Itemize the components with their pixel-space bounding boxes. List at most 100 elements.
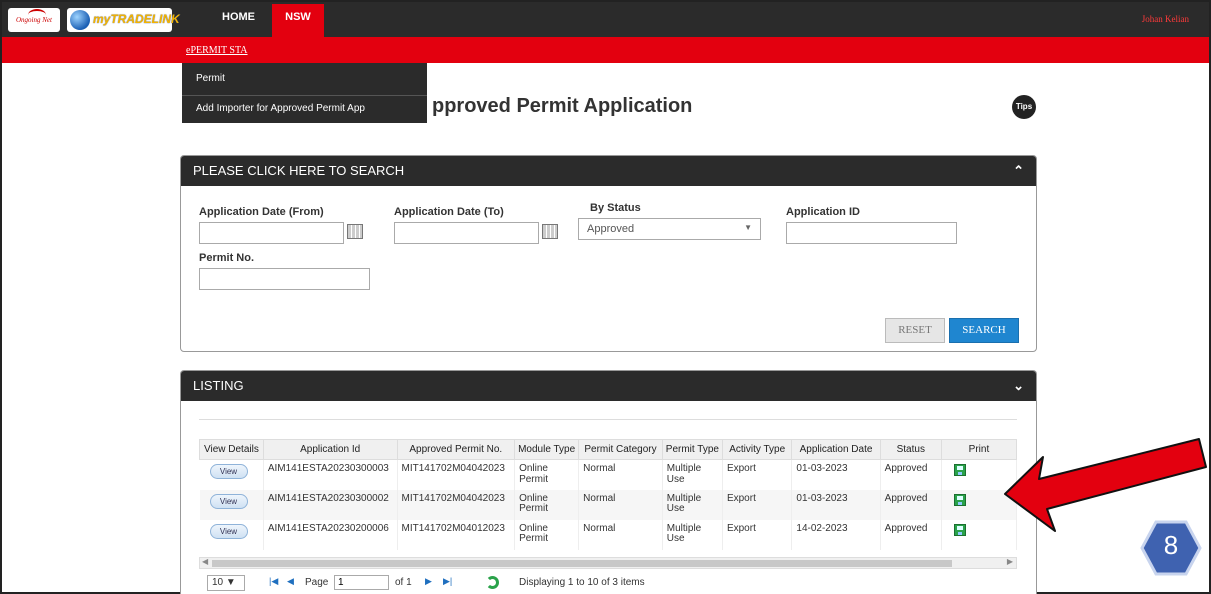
listing-panel-header[interactable]: LISTING ⌄ bbox=[181, 371, 1036, 401]
last-page-icon[interactable]: ▶| bbox=[443, 576, 452, 587]
date-from-label: Application Date (From) bbox=[199, 206, 324, 218]
chevron-down-icon: ▼ bbox=[225, 577, 236, 588]
pager: 10 ▼ |◀ ◀ Page of 1 ▶ ▶| Displaying 1 to… bbox=[199, 572, 1017, 594]
status-label: By Status bbox=[590, 202, 641, 214]
refresh-icon[interactable] bbox=[486, 576, 499, 589]
user-name[interactable]: Johan Kelian bbox=[1142, 14, 1189, 24]
module-type-cell: Online Permit bbox=[514, 489, 580, 520]
mytradelink-logo[interactable]: myTRADELINK bbox=[67, 8, 180, 32]
search-panel: PLEASE CLICK HERE TO SEARCH ⌃ Applicatio… bbox=[180, 155, 1037, 352]
permit-type-cell: Multiple Use bbox=[662, 519, 723, 550]
permit-no-cell: MIT141702M04042023 bbox=[397, 489, 516, 520]
date-to-label: Application Date (To) bbox=[394, 206, 504, 218]
globe-icon bbox=[70, 10, 90, 30]
permit-type-cell: Multiple Use bbox=[662, 459, 723, 490]
nsw-dropdown-menu: Permit Add Importer for Approved Permit … bbox=[182, 63, 427, 123]
status-select-value: Approved bbox=[587, 223, 635, 235]
page-title: pproved Permit Application bbox=[432, 95, 693, 117]
status-cell: Approved bbox=[880, 519, 942, 550]
scrollbar-thumb[interactable] bbox=[212, 560, 952, 567]
date-from-input[interactable] bbox=[199, 222, 344, 244]
table-row: View AIM141ESTA20230300003 MIT141702M040… bbox=[199, 459, 1018, 490]
prev-page-icon[interactable]: ◀ bbox=[287, 576, 294, 587]
view-cell: View bbox=[199, 489, 264, 520]
menu-item-permit[interactable]: Permit bbox=[196, 73, 225, 84]
scroll-right-icon[interactable]: ▶ bbox=[1007, 557, 1013, 566]
view-cell: View bbox=[199, 459, 264, 490]
view-cell: View bbox=[199, 519, 264, 550]
application-date-cell: 14-02-2023 bbox=[791, 519, 881, 550]
menu-item-add-importer[interactable]: Add Importer for Approved Permit App bbox=[196, 103, 365, 114]
permit-category-cell: Normal bbox=[578, 489, 663, 520]
col-activity-type[interactable]: Activity Type bbox=[721, 439, 793, 460]
print-icon[interactable] bbox=[953, 493, 966, 506]
col-application-id[interactable]: Application Id bbox=[262, 439, 398, 460]
page-size-select[interactable]: 10 ▼ bbox=[207, 575, 245, 591]
permit-no-cell: MIT141702M04042023 bbox=[397, 459, 516, 490]
search-panel-header[interactable]: PLEASE CLICK HERE TO SEARCH ⌃ bbox=[181, 156, 1036, 186]
nav-nsw[interactable]: NSW bbox=[272, 4, 324, 37]
collapse-up-icon[interactable]: ⌃ bbox=[1013, 156, 1024, 186]
sub-navbar bbox=[2, 37, 1209, 63]
view-button[interactable]: View bbox=[209, 493, 248, 509]
activity-type-cell: Export bbox=[722, 489, 793, 520]
reset-button[interactable]: RESET bbox=[885, 318, 945, 343]
application-id-cell: AIM141ESTA20230300002 bbox=[263, 489, 398, 520]
horizontal-scrollbar[interactable]: ◀ ▶ bbox=[199, 557, 1017, 569]
ongoing-net-logo[interactable]: Ongoing Net bbox=[8, 8, 60, 32]
listing-table: View Details Application Id Approved Per… bbox=[199, 439, 1018, 550]
table-header-row: View Details Application Id Approved Per… bbox=[199, 439, 1018, 460]
chevron-down-icon: ▼ bbox=[744, 223, 752, 232]
listing-panel: LISTING ⌄ View Details Application Id Ap… bbox=[180, 370, 1037, 594]
calendar-icon[interactable] bbox=[347, 224, 363, 239]
nav-home[interactable]: HOME bbox=[222, 11, 255, 23]
col-permit-category[interactable]: Permit Category bbox=[578, 439, 663, 460]
table-row: View AIM141ESTA20230200006 MIT141702M040… bbox=[199, 519, 1018, 550]
divider bbox=[199, 419, 1017, 420]
permit-no-input[interactable] bbox=[199, 268, 370, 290]
page-number-input[interactable] bbox=[334, 575, 389, 590]
swirl-icon bbox=[28, 9, 46, 21]
activity-type-cell: Export bbox=[722, 519, 793, 550]
status-select[interactable]: Approved ▼ bbox=[578, 218, 761, 240]
first-page-icon[interactable]: |◀ bbox=[269, 576, 278, 587]
view-button[interactable]: View bbox=[209, 464, 248, 479]
tips-button[interactable]: Tips bbox=[1012, 95, 1036, 119]
application-id-cell: AIM141ESTA20230300003 bbox=[263, 459, 398, 490]
listing-panel-title: LISTING bbox=[193, 378, 244, 393]
subnav-epermit-sta[interactable]: ePERMIT STA bbox=[186, 45, 248, 56]
col-permit-type[interactable]: Permit Type bbox=[661, 439, 723, 460]
page-of-label: of 1 bbox=[395, 577, 412, 588]
permit-no-label: Permit No. bbox=[199, 252, 255, 264]
col-module-type[interactable]: Module Type bbox=[514, 439, 580, 460]
application-id-input[interactable] bbox=[786, 222, 957, 244]
step-number: 8 bbox=[1163, 530, 1179, 560]
permit-type-cell: Multiple Use bbox=[662, 489, 723, 520]
col-status[interactable]: Status bbox=[879, 439, 942, 460]
view-button[interactable]: View bbox=[209, 523, 248, 539]
search-panel-title: PLEASE CLICK HERE TO SEARCH bbox=[193, 163, 405, 178]
date-to-input[interactable] bbox=[394, 222, 539, 244]
activity-type-cell: Export bbox=[722, 459, 793, 490]
menu-divider bbox=[182, 95, 427, 96]
print-icon[interactable] bbox=[953, 523, 966, 536]
col-application-date[interactable]: Application Date bbox=[791, 439, 881, 460]
status-cell: Approved bbox=[880, 459, 942, 490]
top-navbar: Ongoing Net myTRADELINK HOME NSW Johan K… bbox=[2, 2, 1209, 37]
next-page-icon[interactable]: ▶ bbox=[425, 576, 432, 587]
search-button[interactable]: SEARCH bbox=[949, 318, 1019, 343]
brand-name: myTRADELINK bbox=[93, 12, 180, 26]
page-size-value: 10 bbox=[212, 577, 224, 588]
print-icon[interactable] bbox=[953, 464, 966, 476]
calendar-icon[interactable] bbox=[542, 224, 558, 239]
application-date-cell: 01-03-2023 bbox=[791, 459, 881, 490]
collapse-down-icon[interactable]: ⌄ bbox=[1013, 371, 1024, 401]
col-view-details[interactable]: View Details bbox=[199, 439, 264, 460]
application-id-cell: AIM141ESTA20230200006 bbox=[263, 519, 398, 550]
status-cell: Approved bbox=[880, 489, 942, 520]
display-summary: Displaying 1 to 10 of 3 items bbox=[519, 577, 645, 588]
scroll-left-icon[interactable]: ◀ bbox=[202, 557, 208, 566]
module-type-cell: Online Permit bbox=[514, 459, 580, 490]
module-type-cell: Online Permit bbox=[514, 519, 580, 550]
col-permit-no[interactable]: Approved Permit No. bbox=[396, 439, 516, 460]
